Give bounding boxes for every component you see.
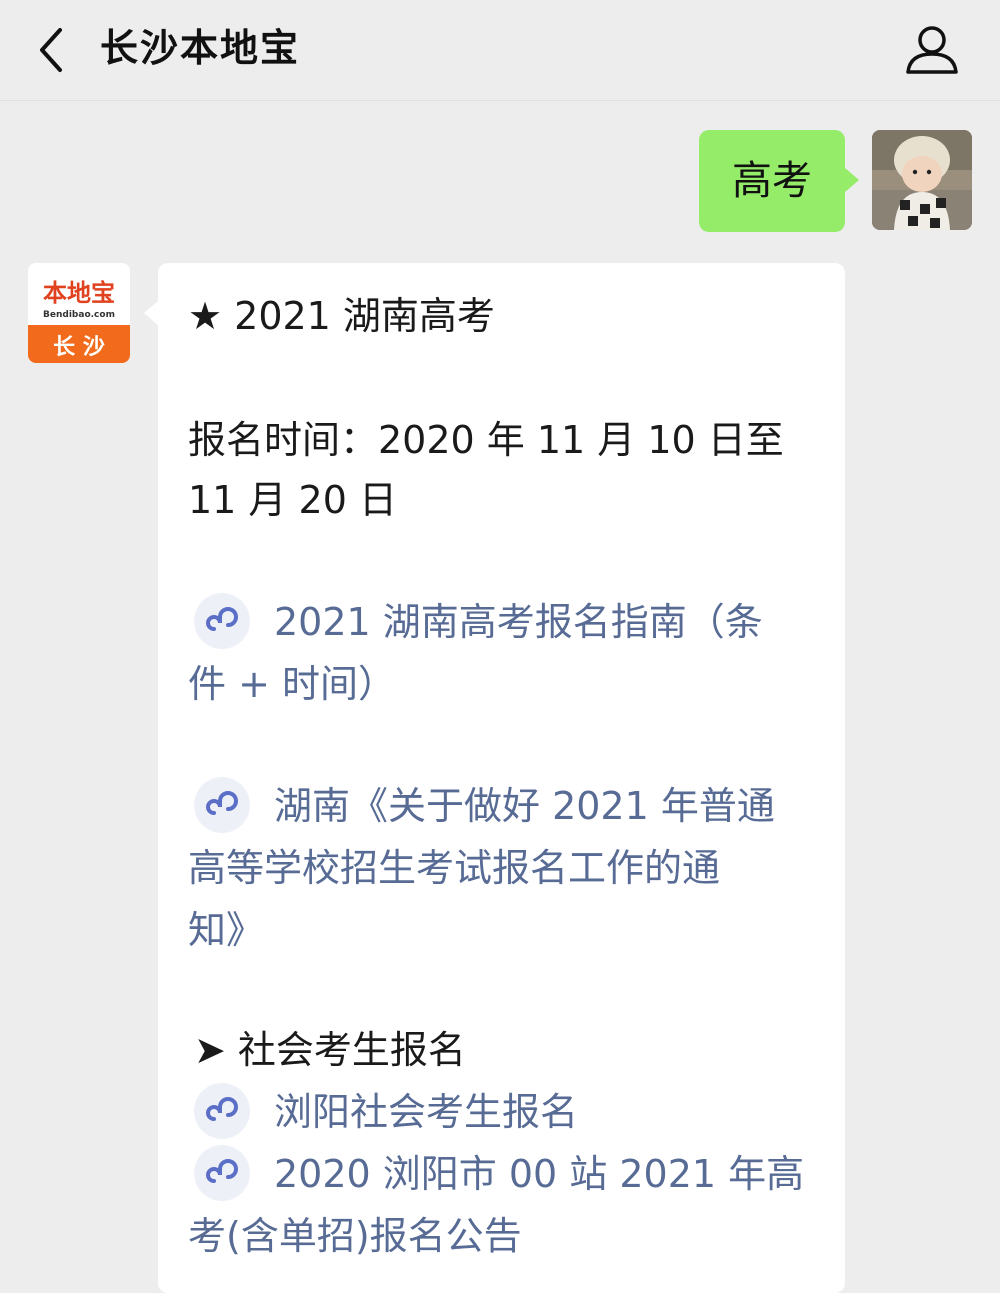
bot-avatar[interactable]: 本地宝 Bendibao.com 长 沙 <box>28 263 130 363</box>
link-notice-line2[interactable]: 高等学校招生考试报名工作的通 <box>188 837 720 899</box>
chat-title: 长沙本地宝 <box>100 26 301 70</box>
person-icon <box>906 26 958 74</box>
link-liuyang-announcement-line2[interactable]: 考(含单招)报名公告 <box>188 1205 522 1267</box>
link-liuyang-announcement-line1[interactable]: 2020 浏阳市 00 站 2021 年高 <box>274 1143 804 1205</box>
mini-program-icon[interactable] <box>194 777 250 833</box>
signup-time-line2: 11 月 20 日 <box>188 478 397 522</box>
link-guide-line2[interactable]: 件 + 时间） <box>188 653 396 715</box>
back-button[interactable] <box>30 22 74 78</box>
mini-program-icon[interactable] <box>194 593 250 649</box>
user-avatar[interactable] <box>872 130 972 230</box>
link-notice-line1[interactable]: 湖南《关于做好 2021 年普通 <box>274 775 775 837</box>
signup-time-line1: 报名时间：2020 年 11 月 10 日至 <box>188 418 784 462</box>
avatar-photo <box>872 130 972 230</box>
mini-program-icon[interactable] <box>194 1083 250 1139</box>
bendibao-logo: 本地宝 Bendibao.com 长 沙 <box>28 263 130 363</box>
mini-program-icon[interactable] <box>194 1145 250 1201</box>
profile-button[interactable] <box>900 22 964 78</box>
title-bar: 长沙本地宝 <box>0 0 1000 101</box>
user-message-bubble[interactable]: 高考 <box>699 130 859 232</box>
svg-text:长 沙: 长 沙 <box>53 335 105 360</box>
link-notice-line3[interactable]: 知》 <box>188 899 264 961</box>
svg-text:本地宝: 本地宝 <box>43 279 115 307</box>
section-heading-social: ➤ 社会考生报名 <box>194 1028 466 1072</box>
svg-text:Bendibao.com: Bendibao.com <box>43 310 115 320</box>
link-liuyang-signup[interactable]: 浏阳社会考生报名 <box>274 1081 578 1143</box>
bot-message-bubble: ★ 2021 湖南高考 报名时间：2020 年 11 月 10 日至 11 月 … <box>144 263 845 1293</box>
chevron-left-icon <box>40 28 62 72</box>
section-heading-2021: ★ 2021 湖南高考 <box>188 294 495 338</box>
link-guide-line1[interactable]: 2021 湖南高考报名指南（条 <box>274 591 763 653</box>
